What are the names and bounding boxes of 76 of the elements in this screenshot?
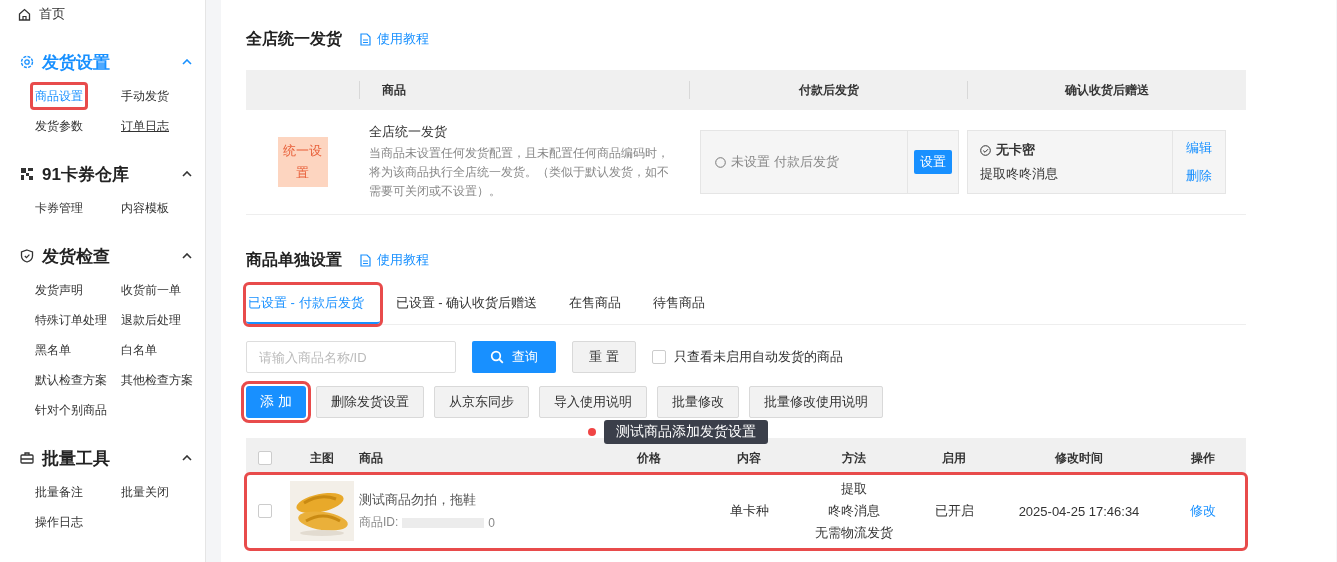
search-field[interactable]: 请输入商品名称/ID (246, 341, 456, 373)
column-header: 方法 (841, 449, 867, 467)
tab[interactable]: 在售商品 (553, 285, 638, 324)
document-icon (360, 253, 371, 267)
checkbox[interactable] (652, 350, 666, 364)
tooltip-dot-icon (588, 428, 596, 436)
table-cell-text: 咚咚消息 (827, 502, 881, 520)
sidebar-item[interactable]: 订单日志 (116, 112, 174, 140)
tooltip: 测试商品添加发货设置 (604, 420, 768, 444)
status-text: 无卡密 (996, 141, 1035, 159)
checkbox[interactable] (258, 504, 272, 518)
toolbar-button[interactable]: 删除发货设置 (316, 386, 424, 418)
sidebar-item[interactable]: 白名单 (116, 336, 162, 364)
setting-name: 全店统一发货 (369, 123, 448, 141)
column-header: 商品 (359, 449, 384, 467)
toolbar-button[interactable]: 批量修改使用说明 (749, 386, 883, 418)
document-icon (360, 32, 371, 46)
sidebar-item[interactable]: 退款后处理 (116, 306, 186, 334)
sidebar-item[interactable]: 收货前一单 (116, 276, 186, 304)
check-circle-icon (980, 144, 991, 156)
sidebar-item[interactable]: 卡券管理 (30, 194, 88, 222)
sidebar-item[interactable]: 发货参数 (30, 112, 88, 140)
column-header: 价格 (636, 449, 662, 467)
status-text: 未设置 付款后发货 (731, 153, 839, 171)
column-header: 主图 (308, 449, 335, 467)
tab[interactable]: 已设置 - 确认收货后赠送 (379, 285, 554, 324)
search-icon (490, 350, 504, 364)
column-header: 启用 (941, 449, 967, 467)
sidebar-item[interactable]: 发货声明 (30, 276, 88, 304)
product-id-label: 商品ID: (359, 514, 399, 531)
shield-icon (20, 249, 34, 263)
settings-badge: 统一设置 (277, 137, 328, 187)
sidebar-item[interactable]: 针对个别商品 (30, 396, 112, 424)
sidebar-item[interactable]: 批量关闭 (116, 478, 174, 506)
sidebar-item[interactable]: 默认检查方案 (30, 366, 112, 394)
radio-icon (715, 156, 726, 168)
table-row[interactable]: 测试商品勿拍，拖鞋 商品ID: 0 单卡种 提取 咚咚消息 无需物流发货 已开启 2025-04-25 17:46:34 修改 (246, 474, 1246, 549)
toolbar-button[interactable]: 导入使用说明 (539, 386, 647, 418)
checkbox-label: 只查看未启用自动发货的商品 (674, 348, 843, 366)
table-cell: 2025-04-25 17:46:34 (1018, 503, 1140, 519)
column-header: 商品 (359, 81, 689, 99)
toolbox-icon (20, 451, 34, 465)
setting-description: 当商品未设置任何发货配置，且未配置任何商品编码时，将为该商品执行全店统一发货。（类似于默认发货，如不需要可关闭或不设置）。 (369, 145, 670, 200)
column-header: 修改时间 (1054, 449, 1104, 467)
tab[interactable]: 待售商品 (637, 285, 722, 324)
menu-group-title[interactable]: 91卡券仓库 (42, 162, 174, 186)
table-cell-text: 无需物流发货 (814, 524, 894, 542)
menu-group-title[interactable]: 批量工具 (42, 446, 174, 470)
column-header: 操作 (1189, 449, 1216, 467)
toolbar-button[interactable]: 批量修改 (657, 386, 739, 418)
sidebar-item[interactable]: 黑名单 (30, 336, 76, 364)
section-title: 全店统一发货 (246, 28, 342, 50)
gear-icon (20, 55, 34, 69)
table-cell-text: 提取 (840, 480, 868, 498)
column-header: 付款后发货 (689, 81, 967, 99)
sidebar-item[interactable]: 批量备注 (30, 478, 88, 506)
column-header: 内容 (736, 449, 762, 467)
status-detail: 提取咚咚消息 (980, 165, 1059, 183)
sidebar-item[interactable]: 操作日志 (30, 508, 88, 536)
table-cell: 单卡种 (729, 503, 769, 518)
toolbar-button[interactable]: 从京东同步 (434, 386, 529, 418)
section-title: 商品单独设置 (246, 249, 342, 270)
table-cell: 已开启 (934, 503, 974, 518)
sidebar-item[interactable]: 内容模板 (116, 194, 174, 222)
home-link[interactable]: 首页 (39, 5, 65, 23)
column-header: 确认收货后赠送 (967, 81, 1246, 99)
sidebar-item[interactable]: 手动发货 (116, 82, 174, 110)
product-name: 测试商品勿拍，拖鞋 (359, 491, 477, 509)
menu-group-title[interactable]: 发货检查 (42, 244, 174, 268)
sidebar-item[interactable]: 其他检查方案 (116, 366, 198, 394)
home-icon (18, 7, 31, 21)
sidebar-item[interactable]: 特殊订单处理 (30, 306, 112, 334)
product-id: 0 (488, 515, 496, 530)
qr-code-icon (20, 167, 34, 181)
checkbox[interactable] (258, 451, 272, 465)
reset-button[interactable]: 重 置 (572, 341, 636, 373)
